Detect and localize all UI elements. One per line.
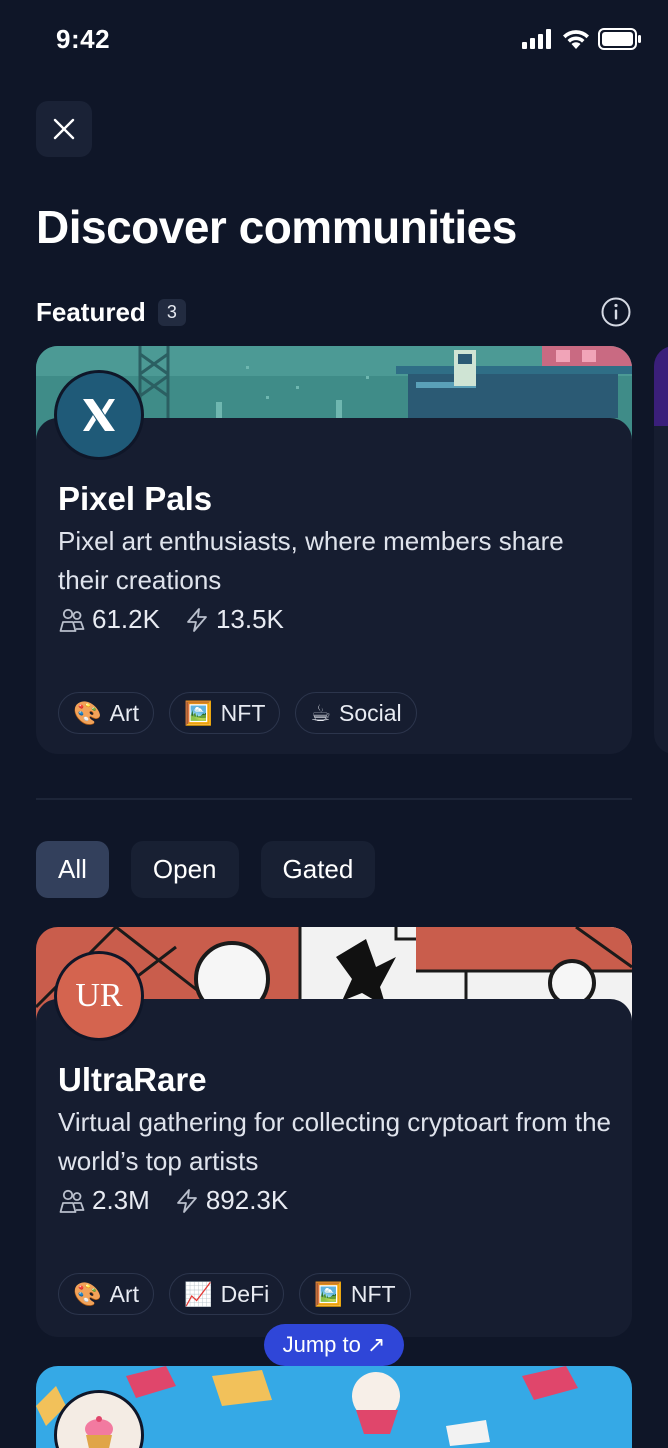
tag-label: Social xyxy=(339,699,402,726)
featured-label: Featured xyxy=(36,296,146,327)
filter-gated[interactable]: Gated xyxy=(260,841,376,898)
tag-defi[interactable]: 📈 DeFi xyxy=(169,1273,285,1315)
tag-label: NFT xyxy=(350,1280,396,1307)
card-body: Pixel Pals Pixel art enthusiasts, where … xyxy=(36,418,632,754)
tag-nft[interactable]: 🖼️ NFT xyxy=(299,1273,411,1315)
chart-up-icon: 📈 xyxy=(184,1280,213,1307)
picture-icon: 🖼️ xyxy=(314,1280,343,1307)
status-time: 9:42 xyxy=(56,24,111,54)
palette-icon: 🎨 xyxy=(73,699,102,726)
tag-label: Art xyxy=(109,1280,140,1307)
tag-social[interactable]: ☕ Social xyxy=(295,692,417,734)
pixel-pals-avatar xyxy=(54,370,144,460)
community-name: Pixel Pals xyxy=(58,480,213,517)
community-card-next[interactable] xyxy=(36,1366,632,1448)
x-logo-icon xyxy=(83,399,115,431)
activity-stat: 892.3K xyxy=(174,1185,288,1216)
battery-icon xyxy=(598,28,641,50)
cellular-signal-icon xyxy=(522,29,551,49)
community-description: Pixel art enthusiasts, where members sha… xyxy=(58,526,564,595)
tag-art[interactable]: 🎨 Art xyxy=(58,692,155,734)
activity-count: 892.3K xyxy=(205,1185,289,1215)
community-tags: 🎨 Art 🖼️ NFT ☕ Social xyxy=(58,692,417,734)
featured-count-badge: 3 xyxy=(157,298,186,326)
cupcake-icon xyxy=(85,1416,113,1448)
picture-icon: 🖼️ xyxy=(184,699,213,726)
close-button[interactable] xyxy=(36,101,92,157)
members-stat: 61.2K xyxy=(58,604,160,635)
card-body: UltraRare Virtual gathering for collecti… xyxy=(36,999,632,1337)
members-icon xyxy=(59,1189,85,1213)
page-title: Discover communities xyxy=(36,201,517,253)
filter-all[interactable]: All xyxy=(36,841,109,898)
featured-community-card[interactable]: Pixel Pals Pixel art enthusiasts, where … xyxy=(36,346,632,754)
jump-to-button[interactable]: Jump to ↗ xyxy=(264,1324,404,1366)
close-icon xyxy=(53,118,75,140)
lightning-icon xyxy=(176,1188,197,1213)
tag-label: Art xyxy=(109,699,140,726)
community-stats: 61.2K 13.5K xyxy=(58,604,308,635)
lightning-icon xyxy=(187,607,207,632)
tag-nft[interactable]: 🖼️ NFT xyxy=(169,692,281,734)
members-count: 61.2K xyxy=(92,604,160,634)
section-divider xyxy=(36,798,632,800)
members-stat: 2.3M xyxy=(58,1185,150,1216)
tag-label: DeFi xyxy=(220,1280,270,1307)
wifi-icon xyxy=(563,30,589,49)
info-icon[interactable] xyxy=(600,296,632,328)
featured-header: Featured 3 xyxy=(36,294,632,330)
filter-open[interactable]: Open xyxy=(130,841,239,898)
community-stats: 2.3M 892.3K xyxy=(58,1185,312,1216)
tag-art[interactable]: 🎨 Art xyxy=(58,1273,155,1315)
community-name: UltraRare xyxy=(58,1061,207,1098)
community-description: Virtual gathering for collecting cryptoa… xyxy=(58,1107,612,1176)
activity-count: 13.5K xyxy=(215,604,284,634)
members-count: 2.3M xyxy=(92,1185,150,1215)
activity-stat: 13.5K xyxy=(184,604,284,635)
filter-tabs: All Open Gated xyxy=(36,841,376,898)
status-bar: 9:42 xyxy=(0,0,668,82)
palette-icon: 🎨 xyxy=(73,1280,102,1307)
tag-label: NFT xyxy=(220,699,266,726)
ultrarare-avatar: UR xyxy=(54,951,144,1041)
community-card[interactable]: UR UltraRare Virtual gathering for colle… xyxy=(36,927,632,1337)
members-icon xyxy=(59,608,85,632)
coffee-icon: ☕ xyxy=(310,699,332,726)
status-icons xyxy=(522,28,642,50)
community-tags: 🎨 Art 📈 DeFi 🖼️ NFT xyxy=(58,1273,411,1315)
next-featured-card-peek[interactable] xyxy=(654,346,668,754)
avatar-initials: UR xyxy=(75,977,123,1014)
